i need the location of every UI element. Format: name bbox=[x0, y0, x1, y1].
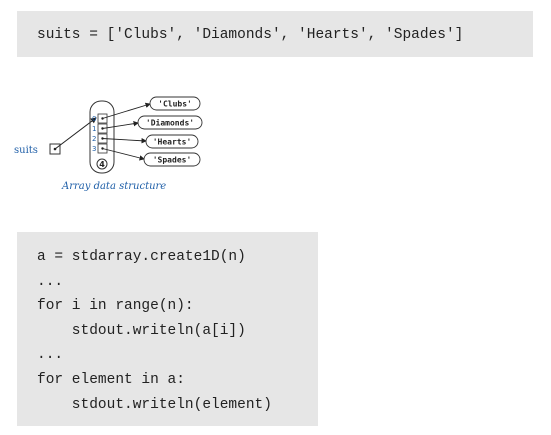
code-line: stdout.writeln(element) bbox=[37, 396, 272, 413]
code-line: for i in range(n): bbox=[37, 298, 194, 315]
code-line: suits = ['Clubs', 'Diamonds', 'Hearts', … bbox=[37, 27, 464, 43]
code-line: ... bbox=[37, 347, 64, 364]
element-arrow bbox=[102, 138, 147, 144]
code-line: for element in a: bbox=[37, 371, 185, 388]
variable-label: suits bbox=[14, 145, 38, 156]
iteration-code-block: a = stdarray.create1D(n) ... for i in ra… bbox=[17, 232, 318, 426]
length-value: 4 bbox=[99, 160, 105, 169]
string-value: 'Hearts' bbox=[153, 138, 192, 147]
index-label: 2 bbox=[92, 135, 96, 143]
string-value: 'Spades' bbox=[153, 156, 192, 165]
element-arrow bbox=[102, 121, 139, 129]
code-line: ... bbox=[37, 273, 64, 290]
diagram-caption: Array data structure bbox=[61, 181, 166, 192]
element-arrow bbox=[102, 148, 145, 161]
index-label: 3 bbox=[92, 145, 96, 153]
index-label: 1 bbox=[92, 125, 96, 133]
string-value: 'Diamonds' bbox=[146, 118, 194, 128]
code-line: stdout.writeln(a[i]) bbox=[37, 322, 246, 339]
string-value: 'Clubs' bbox=[158, 100, 192, 109]
index-label: 0 bbox=[92, 115, 96, 123]
code-line: a = stdarray.create1D(n) bbox=[37, 249, 246, 265]
array-diagram: suits 0 1 2 3 4 'Clubs' 'Diamonds' 'Hear… bbox=[14, 96, 203, 192]
suits-code-block: suits = ['Clubs', 'Diamonds', 'Hearts', … bbox=[17, 11, 533, 57]
